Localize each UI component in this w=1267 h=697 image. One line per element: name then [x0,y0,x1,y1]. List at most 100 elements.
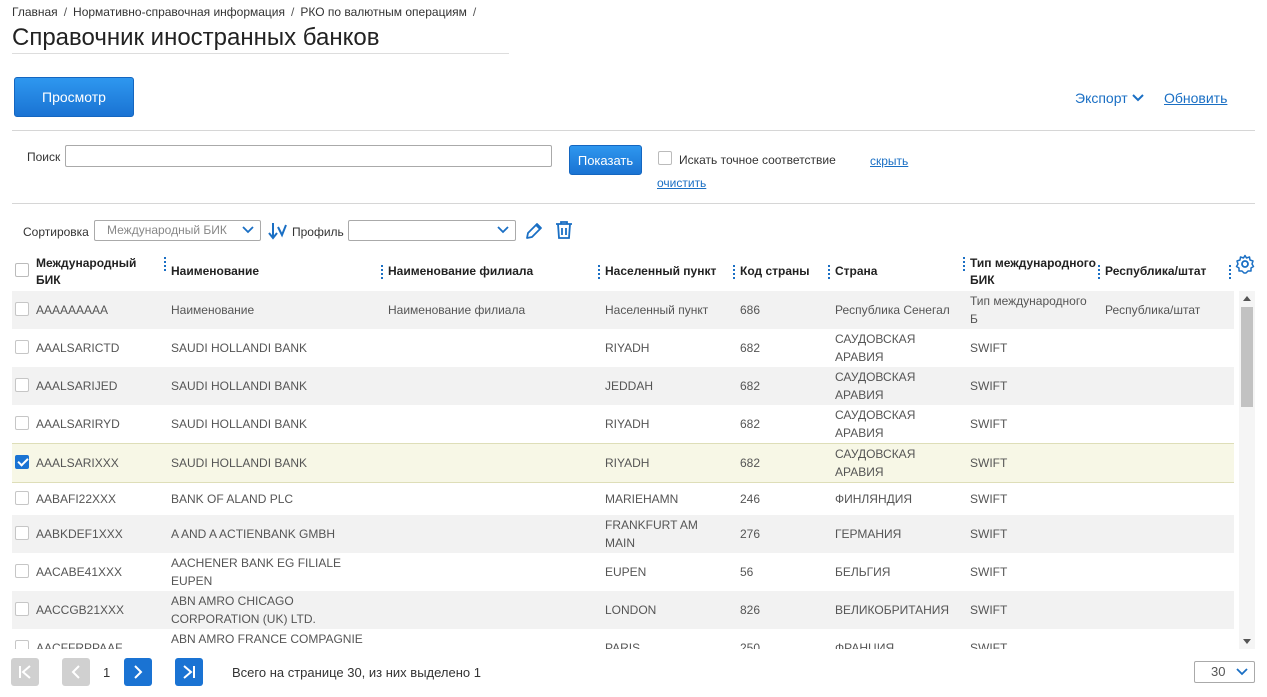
cell-country-code: 250 [740,641,761,649]
profile-label: Профиль [292,225,344,239]
column-header-branch[interactable]: Наименование филиала [388,263,533,280]
row-checkbox-checked[interactable] [15,455,29,469]
chevron-right-icon [134,665,143,679]
table-row[interactable]: AAALSARIRYD SAUDI HOLLANDI BANK RIYADH 6… [12,405,1234,443]
table-row[interactable]: AABAFI22XXX BANK OF ALAND PLC MARIEHAMN … [12,483,1234,515]
sort-select[interactable]: Международный БИК [94,220,261,241]
cell-bic-type: SWIFT [970,641,1008,649]
column-resize-handle[interactable] [164,257,166,273]
trash-icon[interactable] [555,220,573,240]
scroll-down-arrow-icon[interactable] [1243,639,1251,644]
column-header-country[interactable]: Страна [835,263,877,280]
cell-name: Наименование [171,303,255,317]
row-checkbox[interactable] [15,640,29,649]
export-menu[interactable]: Экспорт [1075,90,1145,106]
cell-country-code: 826 [740,603,761,617]
column-header-bic[interactable]: Международный БИК [36,255,146,289]
row-checkbox[interactable] [15,340,29,354]
row-checkbox[interactable] [15,302,29,316]
cell-country-code: 276 [740,527,761,541]
row-checkbox[interactable] [15,526,29,540]
column-resize-handle[interactable] [598,265,600,281]
cell-bic-type: SWIFT [970,527,1008,541]
clear-search-link[interactable]: очистить [657,176,706,190]
cell-country: САУДОВСКАЯ АРАВИЯ [835,447,916,479]
exact-match-label: Искать точное соответствие [679,153,836,167]
table-row[interactable]: AACABE41XXX AACHENER BANK EG FILIALE EUP… [12,553,1234,591]
toolbar-divider [12,130,1255,131]
cell-bic: AACFFRPPAAF [36,641,123,649]
show-button[interactable]: Показать [569,145,642,175]
breadcrumb-reference-info[interactable]: Нормативно-справочная информация [73,5,285,19]
column-resize-handle[interactable] [963,257,965,273]
page-size-select[interactable]: 30 [1194,661,1255,683]
scroll-up-arrow-icon[interactable] [1243,296,1251,301]
cell-country-code: 686 [740,303,761,317]
first-page-button[interactable] [11,658,39,686]
cell-bic: AACCGB21XXX [36,603,125,617]
exact-match-checkbox[interactable] [658,151,672,165]
row-checkbox[interactable] [15,416,29,430]
row-checkbox[interactable] [15,602,29,616]
chevron-down-icon [242,226,254,234]
cell-country: ФРАНЦИЯ [835,641,895,649]
search-divider [12,203,1255,204]
table-row-selected[interactable]: AAALSARIXXX SAUDI HOLLANDI BANK RIYADH 6… [12,443,1234,483]
gear-icon[interactable] [1235,254,1255,274]
hide-search-link[interactable]: скрыть [870,154,908,168]
cell-country-code: 682 [740,379,761,393]
cell-city: RIYADH [605,341,650,355]
breadcrumb-rko-currency[interactable]: РКО по валютным операциям [300,5,467,19]
table-row[interactable]: AACCGB21XXX ABN AMRO CHICAGO CORPORATION… [12,591,1234,629]
cell-bic: AAAAAAAAA [36,303,109,317]
column-resize-handle[interactable] [733,265,735,281]
table-row[interactable]: AAALSARICTD SAUDI HOLLANDI BANK RIYADH 6… [12,329,1234,367]
row-checkbox[interactable] [15,564,29,578]
table-row[interactable]: AABKDEF1XXX A AND A ACTIENBANK GMBH FRAN… [12,515,1234,553]
profile-select[interactable] [348,220,516,241]
column-header-country-code[interactable]: Код страны [740,263,810,280]
column-resize-handle[interactable] [381,265,383,281]
view-button[interactable]: Просмотр [14,77,134,117]
current-page-number: 1 [103,665,111,680]
cell-country: БЕЛЬГИЯ [835,565,891,579]
column-header-state[interactable]: Республика/штат [1105,263,1206,280]
search-input[interactable] [65,145,552,167]
cell-name: ABN AMRO CHICAGO CORPORATION (UK) LTD. [171,594,316,626]
sort-direction-icon[interactable] [268,221,288,241]
cell-bic-type: SWIFT [970,565,1008,579]
table-row[interactable]: AAALSARIJED SAUDI HOLLANDI BANK JEDDAH 6… [12,367,1234,405]
row-checkbox[interactable] [15,378,29,392]
cell-name: AACHENER BANK EG FILIALE EUPEN [171,556,342,588]
cell-city: JEDDAH [605,379,654,393]
table-row[interactable]: AACFFRPPAAF ABN AMRO FRANCE COMPAGNIE PA… [12,629,1234,649]
chevron-down-icon [1131,94,1144,102]
scroll-thumb[interactable] [1241,307,1253,407]
last-page-button[interactable] [175,658,203,686]
refresh-link[interactable]: Обновить [1164,90,1227,106]
prev-page-button[interactable] [62,658,90,686]
column-resize-handle[interactable] [828,265,830,281]
select-all-checkbox[interactable] [15,263,29,277]
row-checkbox[interactable] [15,491,29,505]
column-header-bic-type[interactable]: Тип международного БИК [970,255,1100,289]
column-header-name[interactable]: Наименование [171,263,259,280]
cell-name: ABN AMRO FRANCE COMPAGNIE [171,632,363,646]
breadcrumb-home[interactable]: Главная [12,5,58,19]
chevron-down-icon [497,226,509,234]
next-page-button[interactable] [124,658,152,686]
table-row[interactable]: AAAAAAAAA Наименование Наименование фили… [12,291,1234,329]
cell-city: FRANKFURT AM MAIN [605,518,698,550]
cell-bic-type: SWIFT [970,603,1008,617]
cell-bic: AAALSARIXXX [36,456,119,470]
cell-country-code: 682 [740,417,761,431]
cell-bic: AAALSARIJED [36,379,118,393]
vertical-scrollbar[interactable] [1239,291,1255,649]
column-resize-handle[interactable] [1229,265,1231,281]
cell-country-code: 56 [740,565,754,579]
column-header-city[interactable]: Населенный пункт [605,263,716,280]
breadcrumb-separator: / [291,5,295,19]
cell-bic-type: Тип международного Б [970,294,1087,326]
pencil-icon[interactable] [524,221,544,241]
column-resize-handle[interactable] [1098,265,1100,281]
